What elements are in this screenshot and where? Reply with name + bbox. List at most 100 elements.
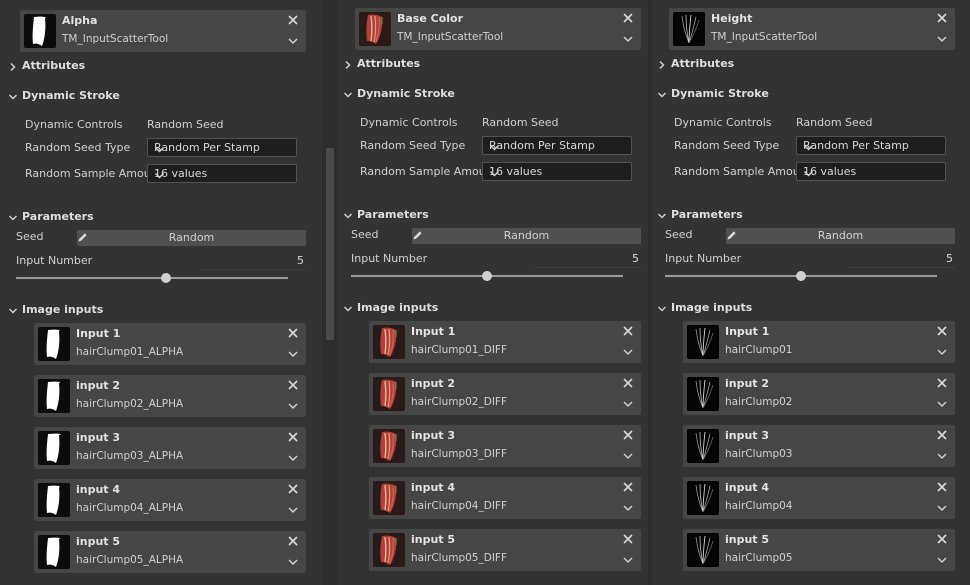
section-dynamic-stroke[interactable]: Dynamic Stroke [341, 87, 627, 103]
chevron-down-icon[interactable] [622, 555, 634, 565]
close-icon[interactable] [935, 532, 949, 546]
random-seed-type-label: Random Seed Type [25, 141, 131, 154]
layer-header-alpha[interactable]: Alpha TM_InputScatterTool [20, 10, 306, 52]
close-icon[interactable] [621, 428, 635, 442]
seed-field[interactable]: Random [726, 228, 955, 244]
close-icon[interactable] [621, 11, 635, 25]
image-input-item[interactable]: Input 1 hairClump01 [683, 321, 955, 363]
chevron-down-icon[interactable] [936, 451, 948, 461]
chevron-down-icon[interactable] [622, 347, 634, 357]
section-parameters[interactable]: Parameters [341, 208, 627, 224]
close-icon[interactable] [935, 11, 949, 25]
close-icon[interactable] [286, 378, 300, 392]
random-sample-amount-dropdown[interactable]: 16 values [482, 162, 632, 181]
input-source-name: hairClump04_DIFF [411, 500, 507, 512]
random-seed-type-dropdown[interactable]: Random Per Stamp [796, 136, 946, 155]
input-source-name: hairClump03 [725, 448, 793, 460]
image-input-item[interactable]: input 5 hairClump05_ALPHA [34, 531, 306, 573]
close-icon[interactable] [935, 324, 949, 338]
chevron-down-icon[interactable] [936, 555, 948, 565]
section-attributes[interactable]: Attributes [655, 57, 941, 73]
collapse-arrow-icon [343, 60, 353, 70]
input-number-slider-knob[interactable] [482, 271, 492, 281]
image-input-item[interactable]: input 2 hairClump02 [683, 373, 955, 415]
image-input-item[interactable]: input 4 hairClump04 [683, 477, 955, 519]
image-input-item[interactable]: Input 1 hairClump01_ALPHA [34, 323, 306, 365]
expand-arrow-icon [657, 304, 667, 314]
close-icon[interactable] [935, 376, 949, 390]
close-icon[interactable] [286, 534, 300, 548]
section-dynamic-stroke[interactable]: Dynamic Stroke [655, 87, 941, 103]
random-seed-type-dropdown[interactable]: Random Per Stamp [482, 136, 632, 155]
close-icon[interactable] [286, 13, 300, 27]
pencil-icon[interactable] [726, 230, 737, 241]
chevron-down-icon[interactable] [936, 399, 948, 409]
section-dynamic-stroke[interactable]: Dynamic Stroke [6, 89, 292, 105]
image-input-item[interactable]: input 4 hairClump04_DIFF [369, 477, 641, 519]
section-attributes[interactable]: Attributes [341, 57, 627, 73]
section-parameters[interactable]: Parameters [655, 208, 941, 224]
input-number-value[interactable]: 5 [869, 252, 953, 266]
random-sample-amount-dropdown[interactable]: 16 values [147, 164, 297, 183]
chevron-down-icon[interactable] [287, 349, 299, 359]
section-image-inputs[interactable]: Image inputs [6, 303, 292, 319]
close-icon[interactable] [935, 480, 949, 494]
image-input-item[interactable]: Input 1 hairClump01_DIFF [369, 321, 641, 363]
pencil-icon[interactable] [412, 230, 423, 241]
chevron-down-icon[interactable] [287, 401, 299, 411]
chevron-down-icon[interactable] [936, 503, 948, 513]
close-icon[interactable] [935, 428, 949, 442]
input-number-value[interactable]: 5 [220, 254, 304, 268]
chevron-down-icon[interactable] [287, 453, 299, 463]
input-name: Input 1 [725, 325, 770, 338]
image-input-item[interactable]: input 3 hairClump03_ALPHA [34, 427, 306, 469]
close-icon[interactable] [286, 430, 300, 444]
close-icon[interactable] [286, 482, 300, 496]
image-input-item[interactable]: input 4 hairClump04_ALPHA [34, 479, 306, 521]
close-icon[interactable] [286, 326, 300, 340]
layer-header-height[interactable]: Height TM_InputScatterTool [669, 8, 955, 50]
section-image-inputs[interactable]: Image inputs [655, 301, 941, 317]
image-input-item[interactable]: input 2 hairClump02_ALPHA [34, 375, 306, 417]
chevron-down-icon[interactable] [287, 505, 299, 515]
seed-label: Seed [16, 230, 44, 243]
chevron-down-icon[interactable] [622, 34, 634, 44]
seed-value: Random [503, 229, 550, 242]
input-source-name: hairClump01_ALPHA [76, 346, 184, 358]
image-input-item[interactable]: input 5 hairClump05_DIFF [369, 529, 641, 571]
section-parameters[interactable]: Parameters [6, 210, 292, 226]
input-number-slider-knob[interactable] [796, 271, 806, 281]
image-input-item[interactable]: input 3 hairClump03 [683, 425, 955, 467]
scrollbar-thumb[interactable] [326, 148, 334, 340]
chevron-down-icon[interactable] [287, 36, 299, 46]
input-number-slider-knob[interactable] [161, 273, 171, 283]
layer-header-color[interactable]: Base Color TM_InputScatterTool [355, 8, 641, 50]
random-seed-type-dropdown[interactable]: Random Per Stamp [147, 138, 297, 157]
close-icon[interactable] [621, 532, 635, 546]
close-icon[interactable] [621, 480, 635, 494]
chevron-down-icon[interactable] [936, 347, 948, 357]
chevron-down-icon[interactable] [622, 451, 634, 461]
close-icon[interactable] [621, 376, 635, 390]
image-input-item[interactable]: input 5 hairClump05 [683, 529, 955, 571]
pencil-icon[interactable] [77, 232, 88, 243]
input-source-name: hairClump01 [725, 344, 793, 356]
seed-field[interactable]: Random [77, 230, 306, 246]
section-attributes[interactable]: Attributes [6, 59, 292, 75]
seed-field[interactable]: Random [412, 228, 641, 244]
input-name: input 2 [411, 377, 456, 390]
image-input-item[interactable]: input 3 hairClump03_DIFF [369, 425, 641, 467]
random-seed-type-label: Random Seed Type [360, 139, 466, 152]
section-parameters-label: Parameters [671, 208, 743, 221]
chevron-down-icon[interactable] [622, 399, 634, 409]
input-number-slider-track[interactable] [16, 277, 288, 279]
input-number-value[interactable]: 5 [555, 252, 639, 266]
chevron-down-icon[interactable] [287, 557, 299, 567]
random-sample-amount-dropdown[interactable]: 16 values [796, 162, 946, 181]
chevron-down-icon[interactable] [936, 34, 948, 44]
section-image-inputs[interactable]: Image inputs [341, 301, 627, 317]
close-icon[interactable] [621, 324, 635, 338]
chevron-down-icon [803, 142, 814, 151]
image-input-item[interactable]: input 2 hairClump02_DIFF [369, 373, 641, 415]
chevron-down-icon[interactable] [622, 503, 634, 513]
